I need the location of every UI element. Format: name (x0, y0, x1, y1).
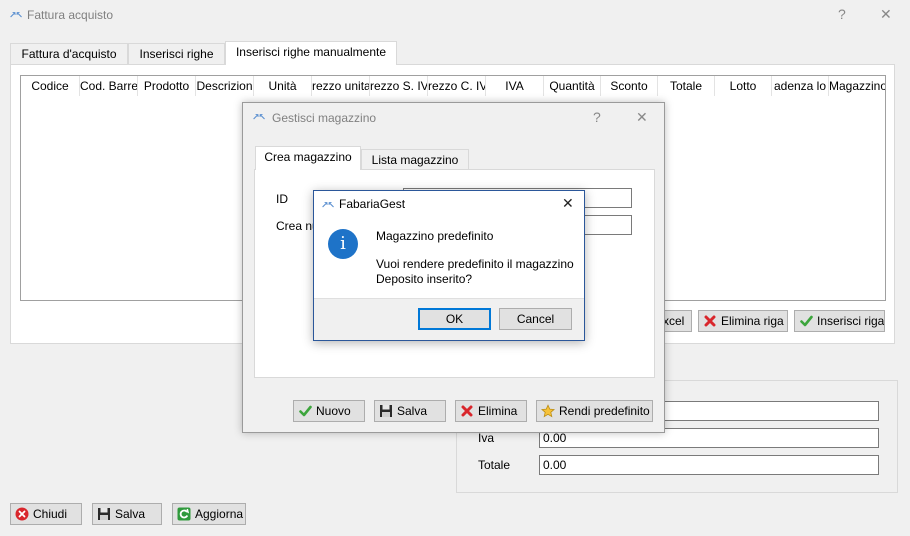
column-header[interactable]: Totale (658, 76, 715, 96)
close-button[interactable]: Chiudi (10, 503, 82, 525)
close-window-button[interactable]: ✕ (880, 6, 892, 23)
message-box-close-button[interactable]: ✕ (562, 195, 574, 212)
dialog-help-button[interactable]: ? (593, 109, 601, 125)
refresh-icon (177, 507, 191, 521)
app-icon: ↗↖ (321, 200, 335, 210)
help-button[interactable]: ? (838, 6, 846, 22)
dialog-title: Gestisci magazzino (272, 111, 377, 125)
window-title: Fattura acquisto (27, 8, 114, 22)
save-button[interactable]: Salva (92, 503, 162, 525)
app-icon: ↗↖ (9, 10, 23, 20)
check-icon (298, 404, 312, 418)
message-line-2: Deposito inserito? (376, 272, 473, 286)
ok-button[interactable]: OK (418, 308, 491, 330)
set-default-button[interactable]: Rendi predefinito (536, 400, 653, 422)
star-icon (541, 404, 555, 418)
tab-fattura-acquisto[interactable]: Fattura d'acquisto (10, 43, 128, 64)
message-heading: Magazzino predefinito (376, 229, 494, 243)
column-header[interactable]: Magazzino (829, 76, 885, 96)
import-excel-label: xcel (663, 314, 685, 328)
dialog-delete-button[interactable]: Elimina (455, 400, 527, 422)
message-line-1: Vuoi rendere predefinito il magazzino (376, 257, 574, 271)
tab-lista-magazzino[interactable]: Lista magazzino (361, 149, 469, 170)
delete-icon (703, 314, 717, 328)
floppy-icon (379, 404, 393, 418)
dialog-delete-label: Elimina (478, 404, 518, 418)
cancel-button[interactable]: Cancel (499, 308, 572, 330)
ok-button-label: OK (445, 312, 464, 326)
column-header[interactable]: Sconto (601, 76, 658, 96)
info-icon: i (328, 229, 358, 259)
check-icon (799, 314, 813, 328)
column-header[interactable]: Prodotto (138, 76, 196, 96)
set-default-label: Rendi predefinito (559, 404, 650, 418)
message-box: ↗↖ FabariaGest ✕ i Magazzino predefinito… (313, 190, 585, 341)
insert-row-label: Inserisci riga (817, 314, 885, 328)
tab-inserisci-righe[interactable]: Inserisci righe (128, 43, 225, 64)
column-header[interactable]: Quantità (544, 76, 601, 96)
tab-inserisci-righe-manualmente[interactable]: Inserisci righe manualmente (225, 41, 397, 65)
message-box-title: FabariaGest (339, 197, 406, 211)
insert-row-button[interactable]: Inserisci riga (794, 310, 885, 332)
column-header[interactable]: rezzo S. IV (370, 76, 428, 96)
delete-row-button[interactable]: Elimina riga (698, 310, 788, 332)
save-button-label: Salva (115, 507, 146, 521)
id-label: ID (276, 192, 288, 206)
column-header[interactable]: adenza lo (772, 76, 829, 96)
column-header[interactable]: Unità (254, 76, 312, 96)
refresh-button-label: Aggiorna (195, 507, 244, 521)
dialog-save-button[interactable]: Salva (374, 400, 446, 422)
close-circle-icon (15, 507, 29, 521)
totale-label: Totale (478, 458, 511, 472)
new-button-label: Nuovo (316, 404, 351, 418)
tab-crea-magazzino[interactable]: Crea magazzino (255, 146, 361, 170)
cancel-button-label: Cancel (516, 312, 555, 326)
column-header[interactable]: Cod. Barre (80, 76, 138, 96)
iva-label: Iva (478, 431, 495, 445)
column-header[interactable]: Lotto (715, 76, 772, 96)
totale-field[interactable]: 0.00 (539, 455, 879, 475)
new-button[interactable]: Nuovo (293, 400, 365, 422)
dialog-close-button[interactable]: ✕ (636, 109, 648, 126)
column-header[interactable]: IVA (486, 76, 544, 96)
refresh-button[interactable]: Aggiorna (172, 503, 246, 525)
floppy-icon (97, 507, 111, 521)
dialog-save-label: Salva (397, 404, 428, 418)
column-header[interactable]: Descrizion (196, 76, 254, 96)
close-button-label: Chiudi (33, 507, 68, 521)
column-header[interactable]: Codice (21, 76, 80, 96)
column-header[interactable]: rezzo unita (312, 76, 370, 96)
delete-icon (460, 404, 474, 418)
column-header[interactable]: rezzo C. IV (428, 76, 486, 96)
app-icon: ↗↖ (252, 112, 266, 122)
delete-row-label: Elimina riga (721, 314, 784, 328)
